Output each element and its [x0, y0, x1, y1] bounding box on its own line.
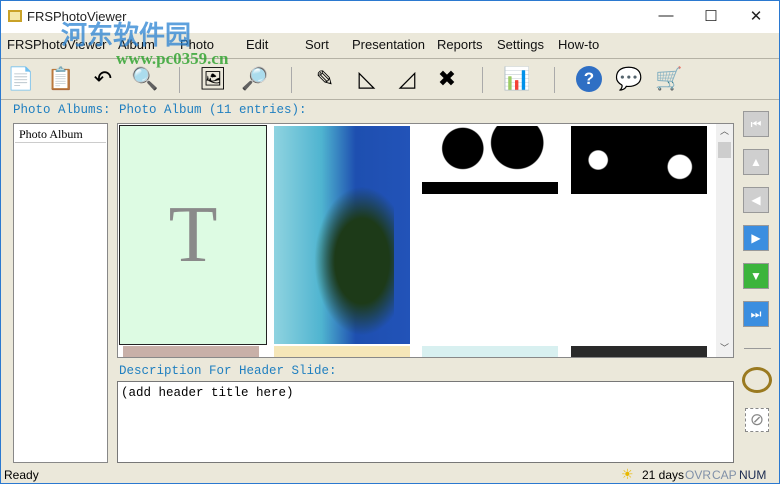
up-icon: ▲: [750, 155, 762, 169]
add-photo-button[interactable]: 🖼: [197, 63, 229, 95]
photo-thumbnail[interactable]: [274, 126, 410, 344]
cancel-icon[interactable]: ⊘: [745, 408, 769, 432]
edit-photo-button[interactable]: ✎: [309, 63, 341, 95]
first-icon: ⏮: [750, 116, 762, 131]
minimize-button[interactable]: —: [651, 7, 681, 27]
first-button[interactable]: ⏮: [743, 111, 769, 137]
sun-icon: ☀: [621, 466, 634, 482]
last-icon: ⏭: [750, 306, 762, 321]
app-icon: [8, 10, 22, 22]
status-ovr: OVR: [685, 468, 712, 482]
menu-settings[interactable]: Settings: [497, 37, 544, 52]
scroll-down-icon[interactable]: ﹀: [716, 341, 733, 357]
toolbar-separator: [291, 67, 292, 93]
description-textarea[interactable]: (add header title here): [117, 381, 734, 463]
photo-thumbnail[interactable]: [422, 126, 558, 194]
toolbar-separator: [482, 67, 483, 93]
toolbar-separator: [554, 67, 555, 93]
next-icon: ▶: [751, 231, 761, 245]
status-cap: CAP: [712, 468, 737, 482]
presentation-icon: 📊: [503, 66, 531, 91]
paste-icon: 📋: [47, 66, 75, 91]
add-photo-icon: 🖼: [199, 66, 227, 91]
album-item[interactable]: Photo Album: [15, 125, 106, 143]
scroll-up-icon[interactable]: ︿: [716, 124, 733, 140]
divider: [1, 99, 779, 100]
menu-reports[interactable]: Reports: [437, 37, 483, 52]
down-button[interactable]: ▼: [743, 263, 769, 289]
shop-cart-icon: 🛒: [655, 66, 683, 91]
divider: [744, 348, 771, 349]
feedback-icon: 💬: [615, 66, 643, 91]
previous-icon: ◀: [751, 193, 761, 207]
find-icon: 🔍: [131, 66, 159, 91]
previous-button[interactable]: ◀: [743, 187, 769, 213]
watermark-text: 河东软件园: [61, 21, 192, 51]
find-button[interactable]: 🔍: [129, 63, 161, 95]
menu-sort[interactable]: Sort: [305, 37, 329, 52]
album-header: Photo Album (11 entries):: [119, 103, 307, 117]
help-button[interactable]: ?: [573, 63, 605, 95]
thumbnail-grid[interactable]: T ︿ ﹀: [117, 123, 734, 358]
view-photo-button[interactable]: 🔎: [239, 63, 271, 95]
scroll-thumb[interactable]: [718, 142, 731, 158]
rotate-left-button[interactable]: ◺: [351, 63, 383, 95]
lasso-icon[interactable]: [742, 367, 772, 393]
menu-edit[interactable]: Edit: [246, 37, 268, 52]
last-button[interactable]: ⏭: [743, 301, 769, 327]
help-icon: ?: [576, 66, 602, 92]
undo-icon: ↶: [93, 66, 113, 91]
shop-cart-button[interactable]: 🛒: [653, 63, 685, 95]
copy-icon: 📄: [7, 66, 35, 91]
menu-presentation[interactable]: Presentation: [352, 37, 425, 52]
description-label: Description For Header Slide:: [119, 364, 337, 378]
feedback-button[interactable]: 💬: [613, 63, 645, 95]
status-days: 21 days: [642, 468, 685, 482]
vertical-scrollbar[interactable]: ︿ ﹀: [716, 124, 733, 357]
rotate-right-icon: ◿: [398, 66, 416, 91]
header-slide-thumbnail[interactable]: T: [119, 125, 267, 345]
status-num: NUM: [739, 468, 767, 482]
close-button[interactable]: ✕: [741, 7, 771, 27]
paste-button[interactable]: 📋: [45, 63, 77, 95]
delete-photo-icon: ✖: [437, 66, 457, 91]
photo-thumbnail[interactable]: [571, 126, 707, 194]
photo-thumbnail[interactable]: [123, 346, 259, 357]
rotate-left-icon: ◺: [358, 66, 376, 91]
view-photo-icon: 🔎: [241, 66, 269, 91]
delete-photo-button[interactable]: ✖: [431, 63, 463, 95]
edit-photo-icon: ✎: [315, 66, 335, 91]
undo-button[interactable]: ↶: [87, 63, 119, 95]
toolbar-separator: [179, 67, 180, 93]
maximize-button[interactable]: ☐: [696, 7, 726, 27]
up-button[interactable]: ▲: [743, 149, 769, 175]
rotate-right-button[interactable]: ◿: [391, 63, 423, 95]
status-ready: Ready: [4, 468, 39, 482]
header-slide-letter: T: [168, 190, 218, 279]
album-list[interactable]: Photo Album: [13, 123, 108, 463]
photo-thumbnail[interactable]: [571, 346, 707, 357]
copy-button[interactable]: 📄: [5, 63, 37, 95]
photo-thumbnail[interactable]: [274, 346, 410, 357]
photo-thumbnail[interactable]: [422, 346, 558, 357]
presentation-button[interactable]: 📊: [501, 63, 533, 95]
menu-how-to[interactable]: How-to: [558, 37, 599, 52]
next-button[interactable]: ▶: [743, 225, 769, 251]
albums-label: Photo Albums:: [13, 103, 111, 117]
down-icon: ▼: [750, 269, 762, 283]
